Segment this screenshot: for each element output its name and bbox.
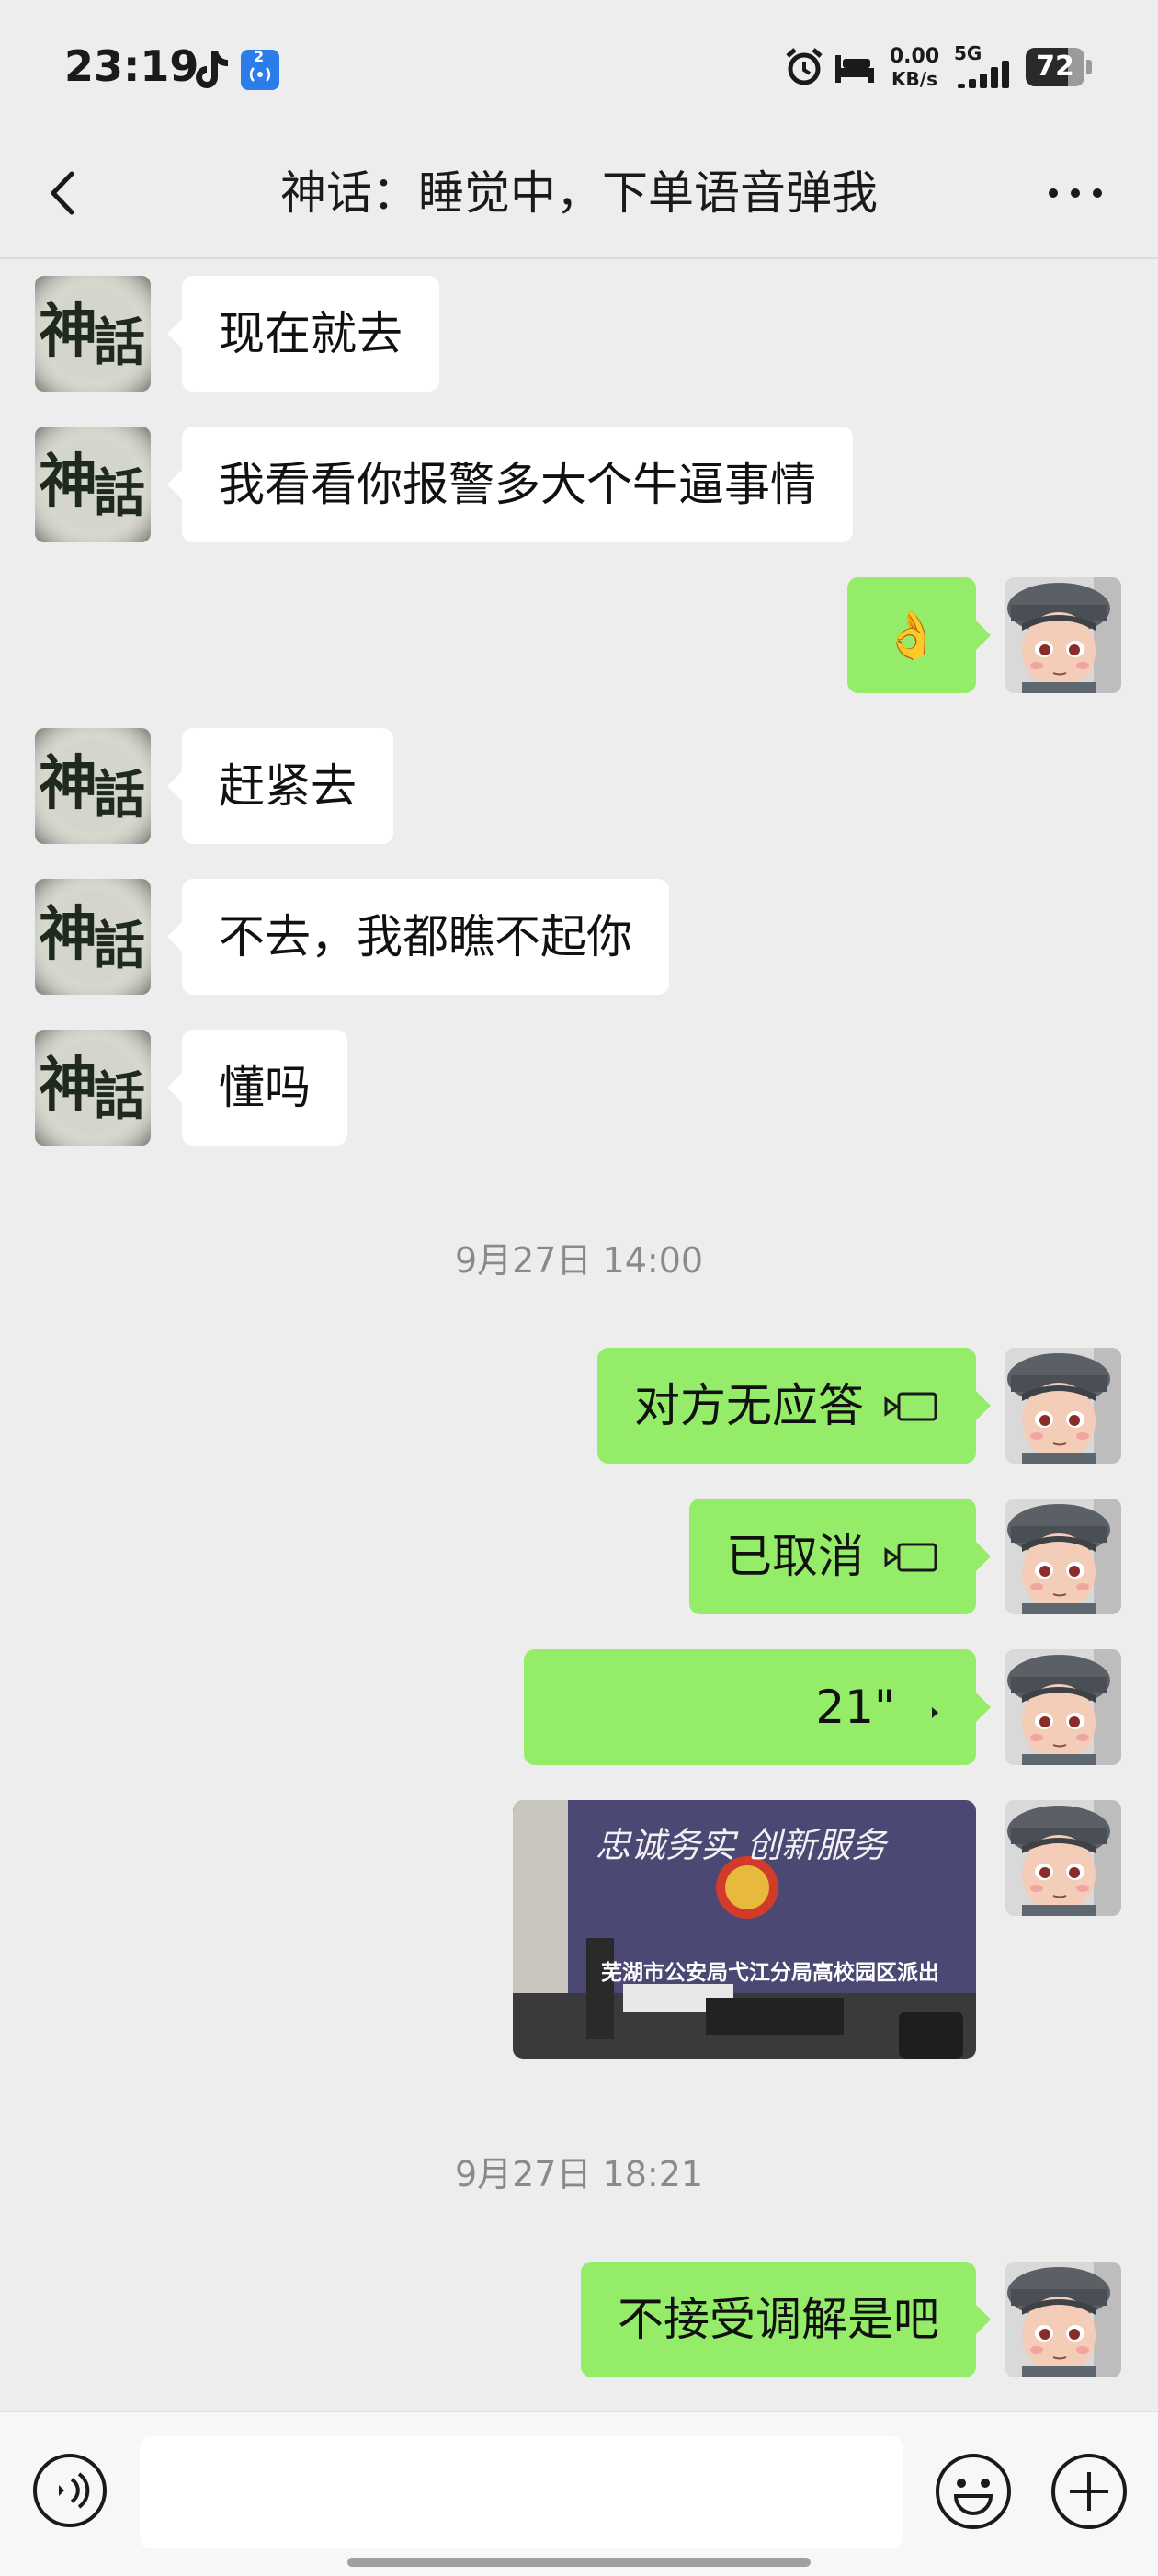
my-avatar[interactable] (1005, 1800, 1121, 1916)
more-options-button[interactable] (1039, 165, 1112, 221)
my-avatar[interactable] (1005, 577, 1121, 693)
plus-icon[interactable] (1050, 2452, 1129, 2531)
received-message[interactable]: 懂吗 (167, 1030, 347, 1146)
call-record-message[interactable]: 已取消 (689, 1499, 991, 1614)
received-message[interactable]: 不去，我都瞧不起你 (167, 879, 669, 995)
message-input[interactable] (140, 2436, 903, 2548)
image-sign-text: 芜湖市公安局弋江分局高校园区派出 (601, 1961, 939, 1985)
voice-duration: 21" (815, 1681, 895, 1734)
call-status: 已取消 (726, 1530, 864, 1583)
voice-input-icon[interactable] (31, 2452, 108, 2529)
my-avatar[interactable] (1005, 1649, 1121, 1765)
received-message[interactable]: 赶紧去 (167, 728, 393, 844)
received-message[interactable]: 我看看你报警多大个牛逼事情 (167, 427, 853, 542)
call-record-message[interactable]: 对方无应答 (597, 1348, 991, 1467)
signal-icon (956, 59, 1016, 88)
video-call-icon (884, 1502, 939, 1618)
alarm-icon (783, 46, 825, 88)
call-status: 对方无应答 (634, 1379, 864, 1432)
battery-level: 72 (1036, 51, 1074, 83)
network-speed: 0.00 KB/s (889, 45, 940, 91)
emoji-icon[interactable] (934, 2452, 1013, 2531)
my-avatar[interactable] (1005, 1348, 1121, 1464)
contact-avatar[interactable] (35, 1030, 151, 1146)
video-call-icon (884, 1351, 939, 1467)
contact-avatar[interactable] (35, 879, 151, 995)
image-message[interactable]: 忠诚务实 创新服务 芜湖市公安局弋江分局高校园区派出 (513, 1800, 976, 2059)
tiktok-icon (189, 48, 232, 92)
home-indicator[interactable] (347, 2558, 811, 2567)
my-avatar[interactable] (1005, 1499, 1121, 1614)
sent-emoji-message[interactable]: 👌 (847, 577, 991, 693)
notification-badge: 2 (254, 48, 265, 65)
timestamp: 9月27日 18:21 (454, 2154, 704, 2194)
battery-icon: 72 (1026, 48, 1094, 86)
chat-title: 神话：睡觉中，下单语音弹我 (280, 166, 878, 220)
my-avatar[interactable] (1005, 2262, 1121, 2377)
voice-wave-icon (926, 1653, 945, 1769)
timestamp: 9月27日 14:00 (454, 1240, 704, 1281)
status-time: 23:19 (64, 41, 199, 91)
contact-avatar[interactable] (35, 276, 151, 392)
wireless-broadcast-icon: 2 (241, 48, 279, 90)
contact-avatar[interactable] (35, 728, 151, 844)
contact-avatar[interactable] (35, 427, 151, 542)
bed-icon (833, 50, 877, 86)
sent-message[interactable]: 不接受调解是吧 (581, 2262, 991, 2377)
image-slogan: 忠诚务实 创新服务 (596, 1825, 887, 1865)
received-message[interactable]: 现在就去 (167, 276, 439, 392)
voice-message[interactable]: 21" (524, 1649, 991, 1765)
